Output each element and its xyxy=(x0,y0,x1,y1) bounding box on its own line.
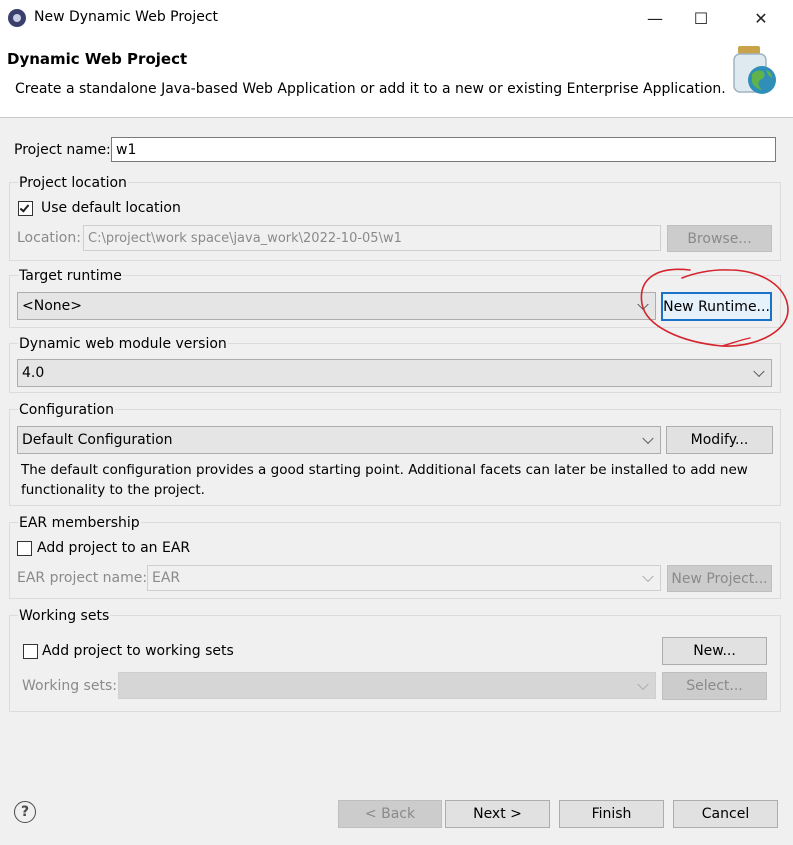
cancel-button[interactable]: Cancel xyxy=(673,800,778,828)
ear-project-select[interactable]: EAR xyxy=(147,565,661,591)
location-value: C:\project\work space\java_work\2022-10-… xyxy=(88,230,402,246)
close-icon[interactable]: ✕ xyxy=(738,0,784,36)
chevron-down-icon xyxy=(637,298,649,311)
configuration-select[interactable]: Default Configuration xyxy=(17,426,661,454)
maximize-icon[interactable]: ☐ xyxy=(678,0,724,36)
checkmark-icon xyxy=(19,202,30,213)
minimize-icon[interactable]: — xyxy=(632,0,678,36)
browse-button[interactable]: Browse... xyxy=(667,225,772,252)
working-sets-title: Working sets xyxy=(18,608,111,624)
configuration-title: Configuration xyxy=(18,402,115,418)
modify-button[interactable]: Modify... xyxy=(666,426,773,454)
ear-project-value: EAR xyxy=(152,570,181,586)
target-runtime-select[interactable]: <None> xyxy=(17,292,656,320)
wizard-header xyxy=(0,36,793,118)
web-module-title: Dynamic web module version xyxy=(18,336,228,352)
chevron-down-icon xyxy=(637,678,649,690)
chevron-down-icon xyxy=(753,365,765,378)
new-ear-project-button[interactable]: New Project... xyxy=(667,565,772,592)
configuration-value: Default Configuration xyxy=(22,432,173,448)
configuration-description-line1: The default configuration provides a goo… xyxy=(21,462,748,478)
finish-button[interactable]: Finish xyxy=(559,800,664,828)
new-runtime-button[interactable]: New Runtime... xyxy=(661,292,772,321)
ear-membership-title: EAR membership xyxy=(18,515,141,531)
add-to-ear-checkbox[interactable] xyxy=(17,541,32,556)
project-name-input[interactable]: w1 xyxy=(111,137,776,162)
ear-project-name-label: EAR project name: xyxy=(17,570,148,586)
add-to-working-sets-label: Add project to working sets xyxy=(42,643,234,659)
wizard-banner-icon xyxy=(733,46,776,94)
web-module-value: 4.0 xyxy=(22,365,45,381)
page-title: Dynamic Web Project xyxy=(7,50,188,68)
location-label: Location: xyxy=(17,230,81,246)
back-button[interactable]: < Back xyxy=(338,800,442,828)
web-module-select[interactable]: 4.0 xyxy=(17,359,772,387)
working-sets-label: Working sets: xyxy=(22,678,117,694)
target-runtime-value: <None> xyxy=(22,298,82,314)
new-working-set-button[interactable]: New... xyxy=(662,637,767,665)
add-to-working-sets-checkbox[interactable] xyxy=(23,644,38,659)
use-default-location-checkbox[interactable] xyxy=(18,201,33,216)
target-runtime-title: Target runtime xyxy=(18,268,123,284)
configuration-description-line2: functionality to the project. xyxy=(21,482,205,498)
project-name-value: w1 xyxy=(116,141,137,158)
working-sets-select[interactable] xyxy=(118,672,656,699)
window-title: New Dynamic Web Project xyxy=(34,9,219,25)
chevron-down-icon xyxy=(642,432,654,445)
eclipse-app-icon xyxy=(8,9,26,27)
help-icon[interactable]: ? xyxy=(14,801,36,823)
location-input[interactable]: C:\project\work space\java_work\2022-10-… xyxy=(83,225,661,251)
project-location-title: Project location xyxy=(18,175,128,191)
project-name-label: Project name: xyxy=(14,142,111,158)
use-default-location-label: Use default location xyxy=(41,200,181,216)
next-button[interactable]: Next > xyxy=(445,800,550,828)
page-description: Create a standalone Java-based Web Appli… xyxy=(15,81,726,97)
select-working-sets-button[interactable]: Select... xyxy=(662,672,767,700)
chevron-down-icon xyxy=(642,570,654,583)
add-to-ear-label: Add project to an EAR xyxy=(37,540,191,556)
